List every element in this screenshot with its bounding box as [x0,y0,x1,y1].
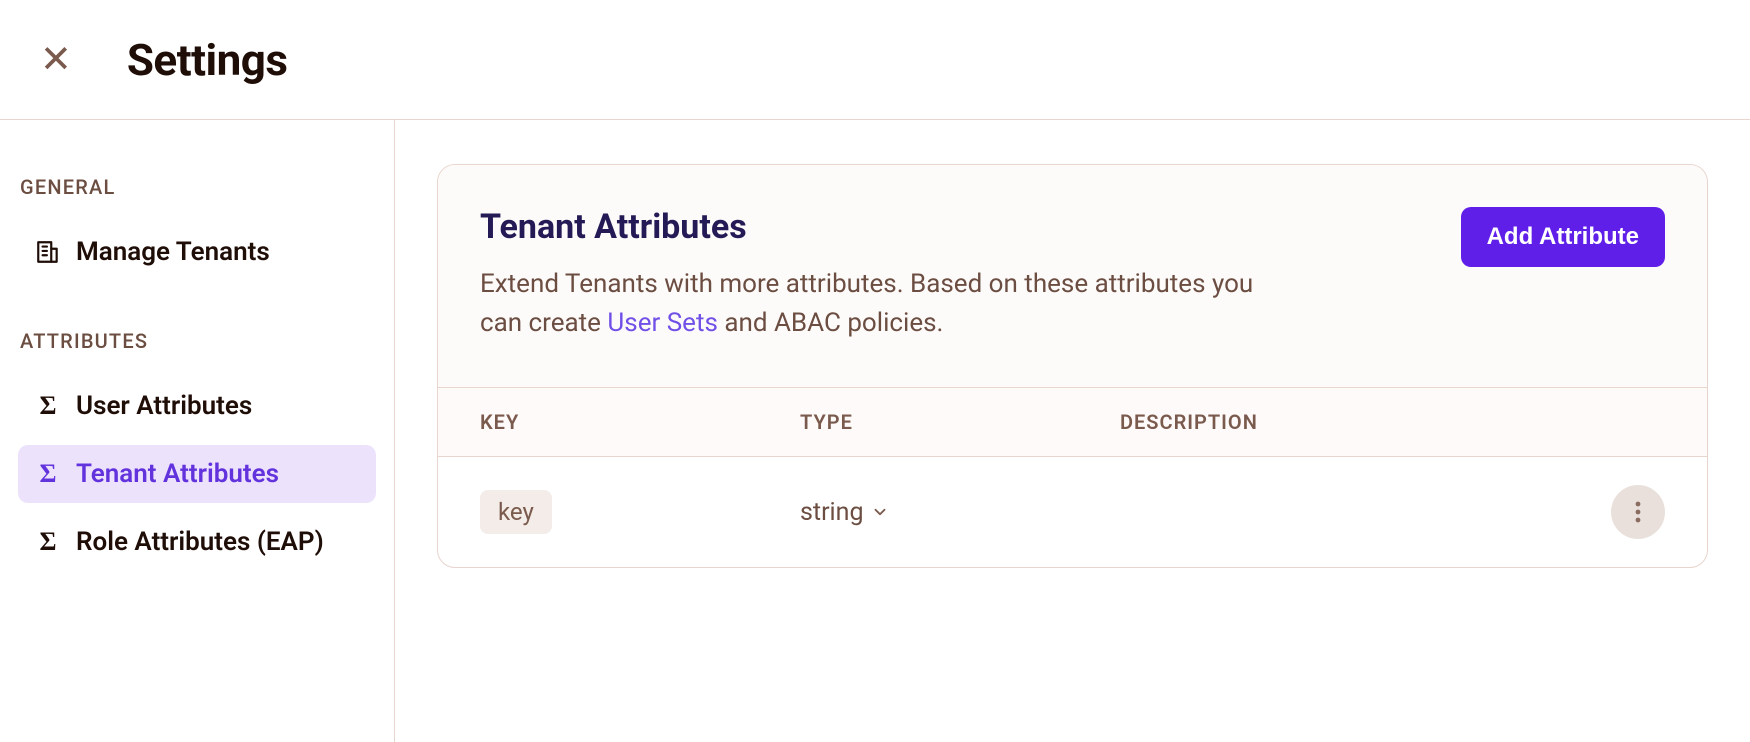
col-header-description: DESCRIPTION [1120,410,1595,434]
kebab-icon [1635,501,1641,523]
settings-header: ✕ Settings [0,0,1750,120]
card-title: Tenant Attributes [480,207,1300,247]
attribute-key-chip: key [480,490,552,534]
sidebar-item-user-attributes[interactable]: Σ User Attributes [18,377,376,435]
table-row: key string [438,457,1707,567]
row-actions-menu[interactable] [1611,485,1665,539]
sidebar-section-attributes: ATTRIBUTES [20,329,376,353]
chevron-down-icon [871,503,889,521]
sidebar-item-role-attributes[interactable]: Σ Role Attributes (EAP) [18,513,376,571]
sigma-icon: Σ [34,392,62,420]
page-title: Settings [127,34,288,86]
sidebar-item-manage-tenants[interactable]: Manage Tenants [18,223,376,281]
sidebar-item-label: Tenant Attributes [76,459,279,489]
attribute-type-value: string [800,498,863,527]
building-icon [34,238,62,266]
sigma-icon: Σ [34,460,62,488]
user-sets-link[interactable]: User Sets [607,308,717,338]
attribute-type-select[interactable]: string [800,498,1120,527]
table-header-row: KEY TYPE DESCRIPTION [438,388,1707,457]
card-header: Tenant Attributes Extend Tenants with mo… [438,165,1707,388]
tenant-attributes-card: Tenant Attributes Extend Tenants with mo… [437,164,1708,568]
sidebar-item-label: User Attributes [76,391,252,421]
col-header-type: TYPE [800,410,1120,434]
settings-sidebar: GENERAL Manage Tenants ATTRIBUTES Σ User… [0,120,395,742]
sidebar-item-label: Role Attributes (EAP) [76,527,324,557]
sidebar-item-label: Manage Tenants [76,237,270,267]
col-header-key: KEY [480,410,800,434]
close-icon[interactable]: ✕ [40,41,72,79]
sigma-icon: Σ [34,528,62,556]
card-description: Extend Tenants with more attributes. Bas… [480,265,1300,343]
card-desc-text: and ABAC policies. [718,308,943,338]
add-attribute-button[interactable]: Add Attribute [1461,207,1665,267]
main-content: Tenant Attributes Extend Tenants with mo… [395,120,1750,742]
sidebar-section-general: GENERAL [20,175,376,199]
sidebar-item-tenant-attributes[interactable]: Σ Tenant Attributes [18,445,376,503]
